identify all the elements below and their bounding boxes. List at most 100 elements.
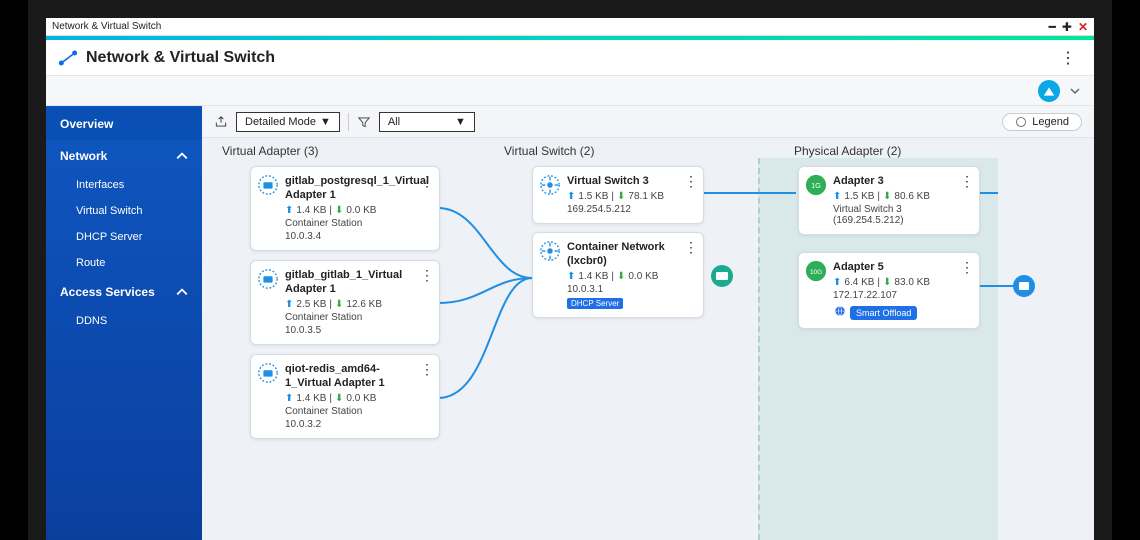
filter-select[interactable]: All ▼ (379, 112, 475, 132)
column-header-virtual-switch: Virtual Switch (2) (504, 144, 594, 158)
sidebar-item-label: DHCP Server (76, 231, 142, 243)
filter-label: All (388, 116, 400, 128)
dropdown-caret-icon: ▼ (320, 116, 331, 128)
window-maximize[interactable]: ✚ (1062, 21, 1072, 33)
sidebar-item-label: DDNS (76, 315, 107, 327)
sidebar-item-access-services[interactable]: Access Services (46, 276, 202, 308)
traffic-row: ⬆1.5 KB | ⬇80.6 KB (833, 191, 969, 202)
profile-bar (46, 76, 1094, 106)
upload-value: 2.5 KB (296, 299, 326, 310)
virtual-switch-card[interactable]: ⋮ Container Network (lxcbr0) ⬆1.4 KB | ⬇… (532, 232, 704, 318)
download-value: 0.0 KB (346, 205, 376, 216)
download-value: 78.1 KB (628, 191, 664, 202)
view-mode-select[interactable]: Detailed Mode ▼ (236, 112, 340, 132)
card-menu-button[interactable]: ⋮ (960, 259, 974, 276)
sidebar-item-label: Route (76, 257, 105, 269)
card-menu-button[interactable]: ⋮ (960, 173, 974, 190)
physical-adapter-card[interactable]: 10G ⋮ Adapter 5 ⬆6.4 KB | ⬇83.0 KB 172.1… (798, 252, 980, 329)
sidebar-item-label: Overview (60, 117, 113, 131)
ip-address: 169.254.5.212 (567, 204, 693, 215)
switch-icon (539, 240, 561, 262)
adapter-name: qiot-redis_amd64-1_Virtual Adapter 1 (285, 363, 417, 391)
avatar-icon (1042, 84, 1056, 98)
sidebar: Overview Network Interfaces Virtual Swit… (46, 106, 202, 540)
window-titlebar: Network & Virtual Switch ━ ✚ ✕ (46, 18, 1094, 36)
separator (348, 113, 349, 131)
window-close[interactable]: ✕ (1078, 21, 1088, 33)
column-header-physical-adapter: Physical Adapter (2) (794, 144, 901, 158)
dhcp-badge: DHCP Server (567, 298, 623, 309)
card-menu-button[interactable]: ⋮ (420, 173, 434, 190)
download-value: 83.0 KB (894, 277, 930, 288)
sidebar-item-overview[interactable]: Overview (46, 108, 202, 140)
virtual-switch-card[interactable]: ⋮ Virtual Switch 3 ⬆1.5 KB | ⬇78.1 KB 16… (532, 166, 704, 224)
sidebar-item-label: Interfaces (76, 179, 124, 191)
sidebar-item-route[interactable]: Route (46, 250, 202, 276)
export-icon[interactable] (214, 115, 228, 129)
adapter-name: gitlab_gitlab_1_Virtual Adapter 1 (285, 269, 417, 297)
station-label: Container Station (285, 406, 429, 417)
chevron-up-icon (176, 150, 188, 162)
ip-address: 10.0.3.2 (285, 419, 429, 430)
sidebar-item-virtual-switch[interactable]: Virtual Switch (46, 198, 202, 224)
traffic-row: ⬆1.4 KB | ⬇0.0 KB (285, 205, 429, 216)
profile-caret-icon[interactable] (1070, 86, 1080, 96)
network-plug-icon (710, 264, 734, 288)
virtual-adapter-card[interactable]: ⋮ qiot-redis_amd64-1_Virtual Adapter 1 ⬆… (250, 354, 440, 439)
upload-value: 1.4 KB (296, 393, 326, 404)
ip-address: 10.0.3.5 (285, 325, 429, 336)
upload-value: 6.4 KB (844, 277, 874, 288)
download-value: 12.6 KB (346, 299, 382, 310)
traffic-row: ⬆1.5 KB | ⬇78.1 KB (567, 191, 693, 202)
physical-adapter-card[interactable]: 1G ⋮ Adapter 3 ⬆1.5 KB | ⬇80.6 KB Virtua… (798, 166, 980, 235)
chevron-up-icon (176, 286, 188, 298)
adapter-icon (257, 268, 279, 290)
card-menu-button[interactable]: ⋮ (420, 267, 434, 284)
globe-icon (833, 304, 847, 318)
card-menu-button[interactable]: ⋮ (684, 239, 698, 256)
legend-label: Legend (1032, 116, 1069, 128)
card-menu-button[interactable]: ⋮ (420, 361, 434, 378)
app-header: Network & Virtual Switch ⋮ (46, 40, 1094, 76)
window-minimize[interactable]: ━ (1049, 21, 1056, 33)
sidebar-item-label: Network (60, 149, 107, 163)
legend-button[interactable]: Legend (1002, 113, 1082, 131)
app-menu-button[interactable]: ⋮ (1054, 48, 1082, 68)
smart-offload-badge: Smart Offload (850, 306, 917, 320)
switch-name: Virtual Switch 3 (567, 175, 681, 189)
card-menu-button[interactable]: ⋮ (684, 173, 698, 190)
adapter-name: gitlab_postgresql_1_Virtual Adapter 1 (285, 175, 417, 203)
adapter-icon (257, 362, 279, 384)
view-mode-label: Detailed Mode (245, 116, 316, 128)
profile-avatar[interactable] (1038, 80, 1060, 102)
ethernet-icon: 10G (805, 260, 827, 282)
download-value: 0.0 KB (628, 271, 658, 282)
station-label: Container Station (285, 312, 429, 323)
adapter-icon (257, 174, 279, 196)
sidebar-item-network[interactable]: Network (46, 140, 202, 172)
virtual-adapter-card[interactable]: ⋮ gitlab_gitlab_1_Virtual Adapter 1 ⬆2.5… (250, 260, 440, 345)
sidebar-item-dhcp-server[interactable]: DHCP Server (46, 224, 202, 250)
upload-value: 1.5 KB (844, 191, 874, 202)
switch-icon (539, 174, 561, 196)
sidebar-item-ddns[interactable]: DDNS (46, 308, 202, 334)
virtual-adapter-card[interactable]: ⋮ gitlab_postgresql_1_Virtual Adapter 1 … (250, 166, 440, 251)
filter-icon[interactable] (357, 115, 371, 129)
ip-address: 172.17.22.107 (833, 290, 969, 301)
sidebar-item-label: Virtual Switch (76, 205, 142, 217)
info-icon (1015, 116, 1027, 128)
switch-binding: Virtual Switch 3 (169.254.5.212) (833, 204, 969, 226)
switch-name: Container Network (lxcbr0) (567, 241, 681, 269)
column-header-virtual-adapter: Virtual Adapter (3) (222, 144, 319, 158)
adapter-name: Adapter 5 (833, 261, 957, 275)
topology-canvas: Virtual Adapter (3) Virtual Switch (2) P… (202, 138, 1094, 540)
download-value: 0.0 KB (346, 393, 376, 404)
upload-value: 1.5 KB (578, 191, 608, 202)
internet-icon (1012, 274, 1036, 298)
ethernet-icon: 1G (805, 174, 827, 196)
upload-value: 1.4 KB (578, 271, 608, 282)
sidebar-item-interfaces[interactable]: Interfaces (46, 172, 202, 198)
upload-value: 1.4 KB (296, 205, 326, 216)
network-switch-icon (58, 48, 78, 68)
ip-address: 10.0.3.4 (285, 231, 429, 242)
